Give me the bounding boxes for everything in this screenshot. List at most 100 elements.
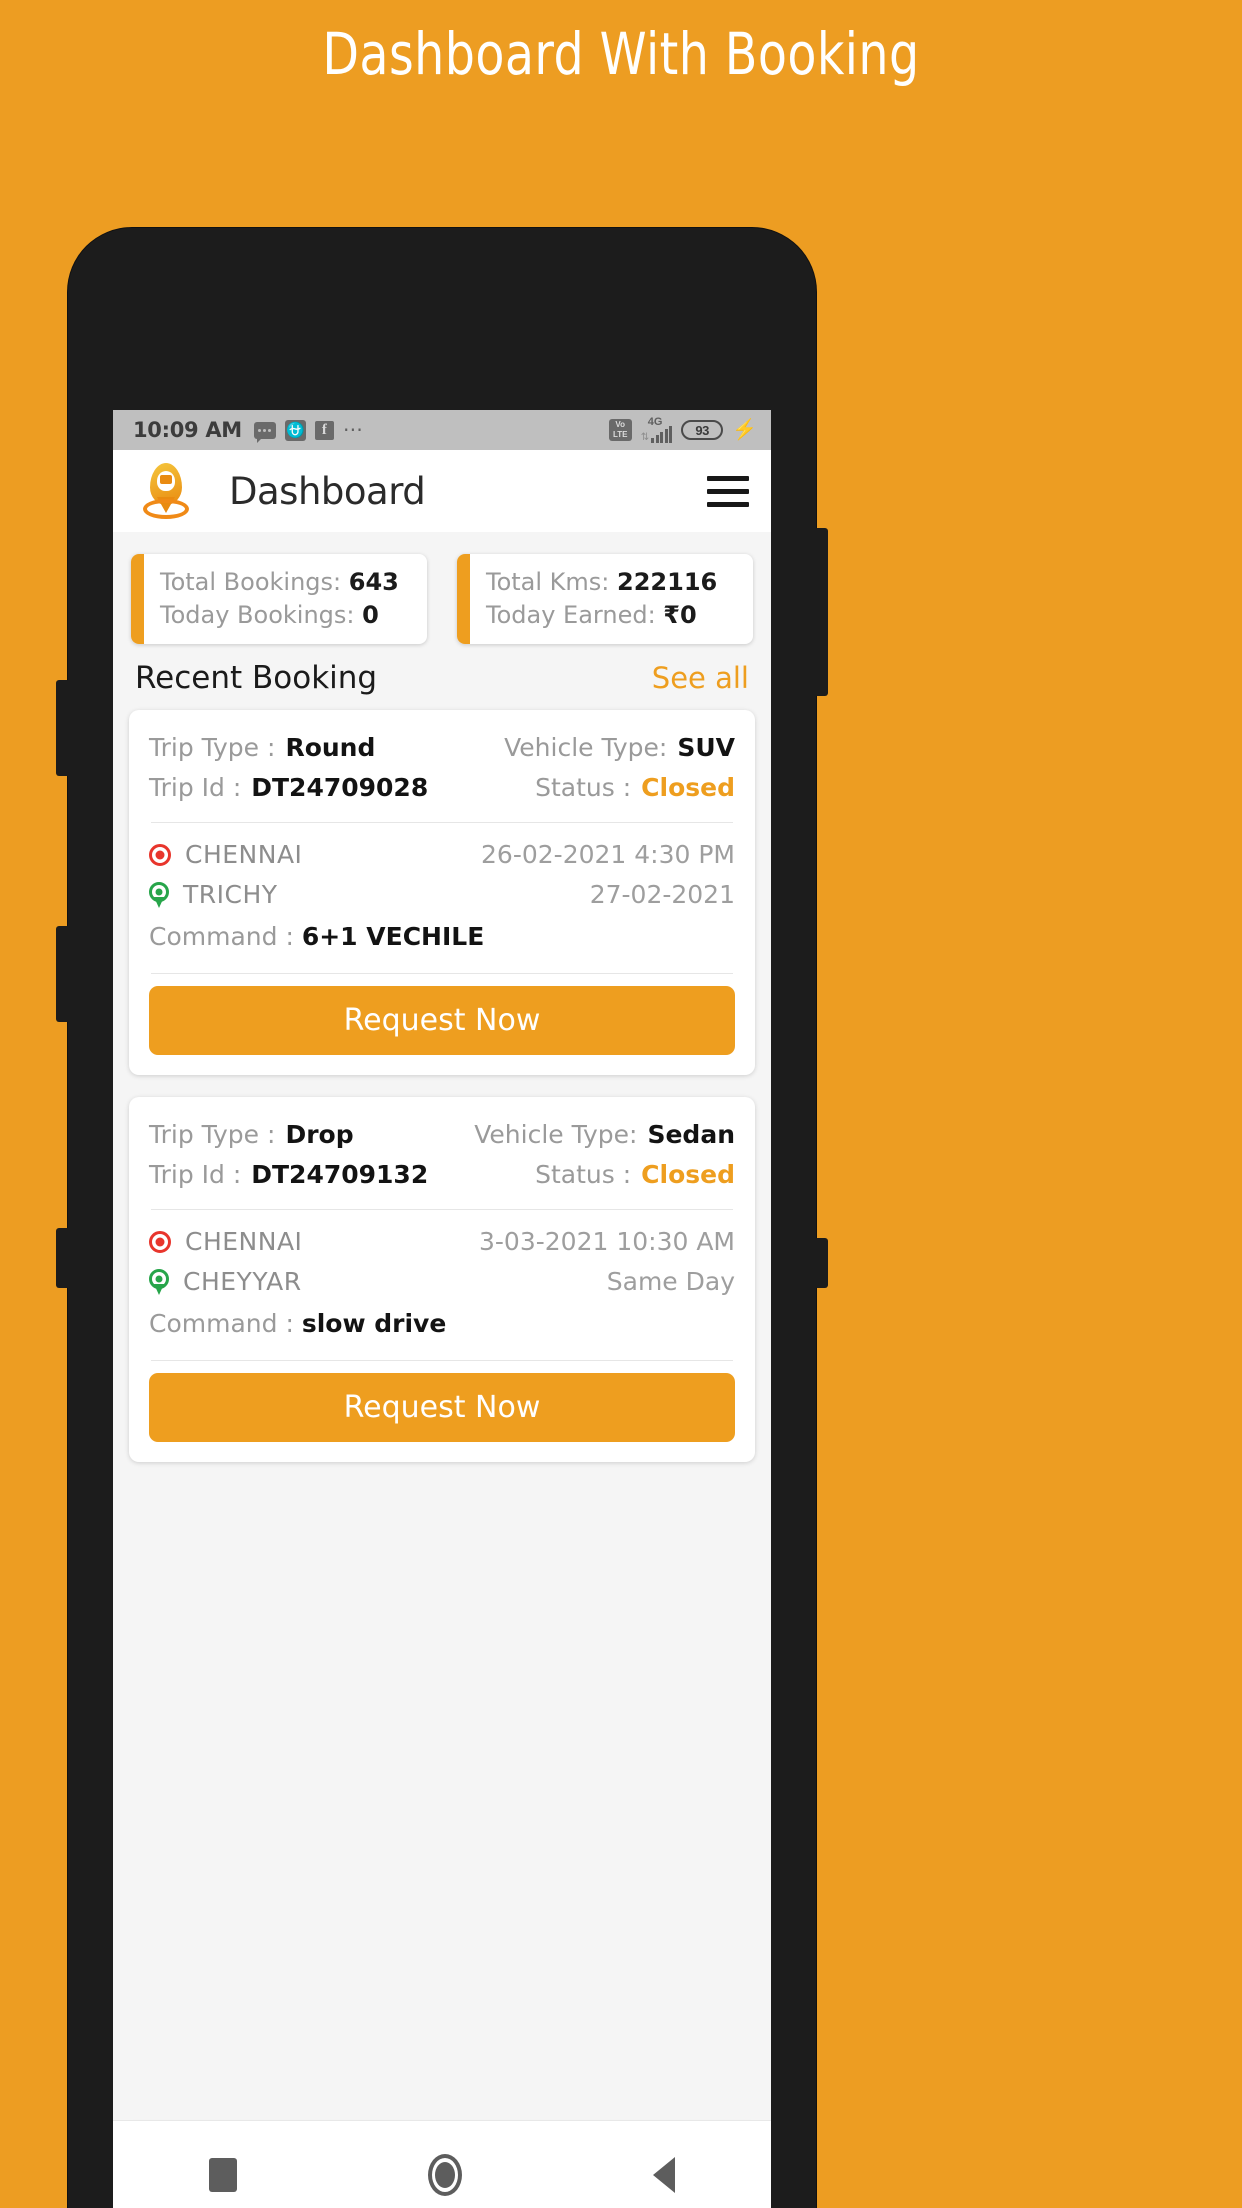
stats-row: Total Bookings: 643 Today Bookings: 0 To…	[113, 532, 771, 644]
status-label: Status :	[535, 1160, 632, 1189]
vehicle-type-value: Sedan	[647, 1120, 735, 1149]
today-bookings-label: Today Bookings:	[160, 601, 355, 629]
booking-card[interactable]: Trip Type : Round Vehicle Type: SUV Trip…	[129, 710, 755, 1075]
trip-type-label: Trip Type :	[149, 1120, 276, 1149]
today-bookings-row: Today Bookings: 0	[160, 599, 417, 632]
request-now-button[interactable]: Request Now	[149, 1373, 735, 1442]
pickup-location: CHENNAI	[185, 840, 303, 869]
booking-card[interactable]: Trip Type : Drop Vehicle Type: Sedan Tri…	[129, 1097, 755, 1462]
screenshot-stage: Dashboard With Booking 10:09 AM ⛎ f ⋯ Vo	[0, 0, 1242, 2208]
vehicle-type-value: SUV	[677, 733, 735, 762]
phone-frame: 10:09 AM ⛎ f ⋯ Vo LTE 4G ⇅ 93 ⚡ Dashboar…	[56, 228, 828, 2208]
card-divider	[151, 822, 733, 823]
pickup-datetime: 26-02-2021 4:30 PM	[481, 840, 735, 869]
today-earned-row: Today Earned: ₹0	[486, 599, 743, 632]
recents-button[interactable]	[208, 2157, 237, 2192]
drop-datetime: Same Day	[606, 1267, 735, 1296]
banner-title: Dashboard With Booking	[322, 20, 920, 88]
stat-card-bookings: Total Bookings: 643 Today Bookings: 0	[131, 554, 427, 644]
drop-pin-icon	[149, 1269, 169, 1295]
total-bookings-row: Total Bookings: 643	[160, 566, 417, 599]
request-now-button[interactable]: Request Now	[149, 986, 735, 1055]
data-arrows-icon: ⇅	[640, 431, 650, 443]
pickup-row: CHENNAI 3-03-2021 10:30 AM	[149, 1222, 735, 1262]
trip-id-label: Trip Id :	[149, 773, 242, 802]
trip-id-label: Trip Id :	[149, 1160, 242, 1189]
stat-accent-bar	[131, 554, 144, 644]
today-bookings-value: 0	[362, 601, 379, 629]
total-kms-row: Total Kms: 222116	[486, 566, 743, 599]
page-title: Dashboard	[229, 469, 426, 513]
command-row: Command : 6+1 VECHILE	[149, 915, 735, 959]
home-button[interactable]	[427, 2153, 462, 2196]
drop-location: TRICHY	[183, 880, 278, 909]
see-all-link[interactable]: See all	[652, 661, 749, 695]
stat-card-kms: Total Kms: 222116 Today Earned: ₹0	[457, 554, 753, 644]
stat-accent-bar	[457, 554, 470, 644]
drop-location: CHEYYAR	[183, 1267, 302, 1296]
status-badge: Closed	[641, 773, 735, 802]
network-type-label: 4G	[647, 415, 663, 428]
more-dots-icon: ⋯	[342, 419, 364, 441]
phone-screen: 10:09 AM ⛎ f ⋯ Vo LTE 4G ⇅ 93 ⚡ Dashboar…	[113, 410, 771, 2208]
usb-icon: ⛎	[284, 419, 306, 441]
main-content: Total Bookings: 643 Today Bookings: 0 To…	[113, 532, 771, 2208]
vehicle-type-label: Vehicle Type:	[504, 733, 668, 762]
status-badge: Closed	[641, 1160, 735, 1189]
battery-level: 93	[695, 422, 709, 438]
phone-left-button-2[interactable]	[56, 926, 70, 1022]
recent-booking-header: Recent Booking See all	[113, 644, 771, 704]
phone-right-button-1[interactable]	[814, 528, 828, 696]
vehicle-type-label: Vehicle Type:	[474, 1120, 638, 1149]
pickup-target-icon	[149, 1231, 171, 1253]
booking-row-type: Trip Type : Round Vehicle Type: SUV	[149, 728, 735, 768]
message-icon	[253, 421, 276, 443]
app-bar: Dashboard	[113, 450, 771, 532]
status-label: Status :	[535, 773, 632, 802]
volte-icon: Vo LTE	[608, 419, 632, 441]
booking-row-id: Trip Id : DT24709132 Status : Closed	[149, 1155, 735, 1195]
hamburger-menu-icon[interactable]	[707, 475, 749, 507]
back-button[interactable]	[653, 2156, 676, 2193]
pickup-location: CHENNAI	[185, 1227, 303, 1256]
command-value: 6+1 VECHILE	[301, 922, 485, 951]
phone-right-button-2[interactable]	[814, 1238, 828, 1288]
phone-left-button-3[interactable]	[56, 1228, 70, 1288]
booking-row-id: Trip Id : DT24709028 Status : Closed	[149, 768, 735, 808]
phone-left-button-1[interactable]	[56, 680, 70, 776]
section-title: Recent Booking	[135, 660, 378, 696]
command-row: Command : slow drive	[149, 1302, 735, 1346]
trip-type-label: Trip Type :	[149, 733, 276, 762]
battery-icon: 93	[681, 420, 724, 440]
total-bookings-label: Total Bookings:	[160, 568, 342, 596]
volte-line-1: Vo	[615, 420, 626, 429]
status-bar: 10:09 AM ⛎ f ⋯ Vo LTE 4G ⇅ 93 ⚡	[113, 410, 771, 450]
command-value: slow drive	[301, 1309, 447, 1338]
volte-line-2: LTE	[612, 430, 628, 439]
total-kms-label: Total Kms:	[486, 568, 610, 596]
drop-pin-icon	[149, 882, 169, 908]
trip-id-value: DT24709132	[251, 1160, 429, 1189]
pickup-datetime: 3-03-2021 10:30 AM	[479, 1227, 735, 1256]
total-kms-value: 222116	[617, 568, 718, 596]
trip-type-value: Drop	[285, 1120, 354, 1149]
pickup-row: CHENNAI 26-02-2021 4:30 PM	[149, 835, 735, 875]
card-divider	[151, 973, 733, 974]
signal-icon: 4G ⇅	[640, 415, 673, 443]
card-divider	[151, 1360, 733, 1361]
today-earned-value: ₹0	[663, 601, 697, 629]
command-label: Command :	[149, 922, 294, 951]
drop-datetime: 27-02-2021	[589, 880, 735, 909]
trip-type-value: Round	[285, 733, 376, 762]
command-label: Command :	[149, 1309, 294, 1338]
android-system-nav	[113, 2120, 771, 2208]
signal-bars	[651, 425, 673, 443]
facebook-icon: f	[314, 420, 334, 440]
status-bar-time: 10:09 AM	[133, 418, 242, 442]
trip-id-value: DT24709028	[251, 773, 429, 802]
booking-row-type: Trip Type : Drop Vehicle Type: Sedan	[149, 1115, 735, 1155]
total-bookings-value: 643	[348, 568, 399, 596]
vehicle-pin-logo	[143, 463, 189, 519]
drop-row: CHEYYAR Same Day	[149, 1262, 735, 1302]
status-bar-system-icons: Vo LTE 4G ⇅ 93 ⚡	[608, 415, 757, 443]
